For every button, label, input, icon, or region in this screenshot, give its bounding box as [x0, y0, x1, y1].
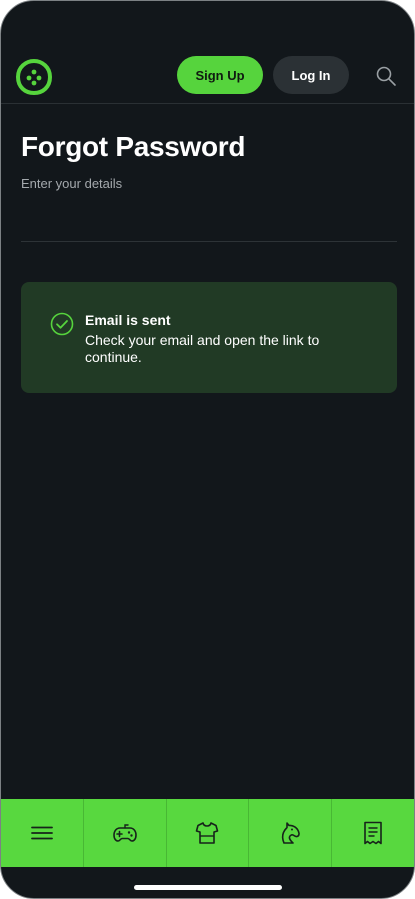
horse-icon [282, 822, 301, 844]
jersey-icon [196, 822, 219, 844]
page-subtitle: Enter your details [21, 176, 123, 191]
nav-item-menu[interactable] [1, 799, 84, 867]
sign-up-button[interactable]: Sign Up [177, 56, 263, 94]
app-screen: Sign Up Log In Forgot Password Enter you… [0, 0, 415, 899]
divider [21, 241, 397, 242]
check-circle-icon [50, 312, 74, 336]
log-in-button[interactable]: Log In [273, 56, 349, 94]
home-indicator[interactable] [134, 885, 282, 890]
alert-title: Email is sent [85, 312, 171, 328]
menu-icon [30, 826, 53, 840]
gamepad-icon [112, 824, 137, 842]
bottom-navigation [1, 799, 414, 867]
clover-logo-icon[interactable] [15, 58, 53, 96]
search-icon[interactable] [375, 65, 397, 87]
nav-item-racing[interactable] [249, 799, 333, 867]
page-title: Forgot Password [21, 131, 246, 162]
alert-message: Check your email and open the link to co… [85, 332, 320, 365]
nav-item-bets[interactable] [332, 799, 414, 867]
top-header: Sign Up Log In [1, 53, 414, 104]
receipt-icon [364, 821, 382, 845]
nav-item-sports[interactable] [167, 799, 250, 867]
success-alert: Email is sent Check your email and open … [21, 282, 397, 393]
nav-item-games[interactable] [84, 799, 167, 867]
